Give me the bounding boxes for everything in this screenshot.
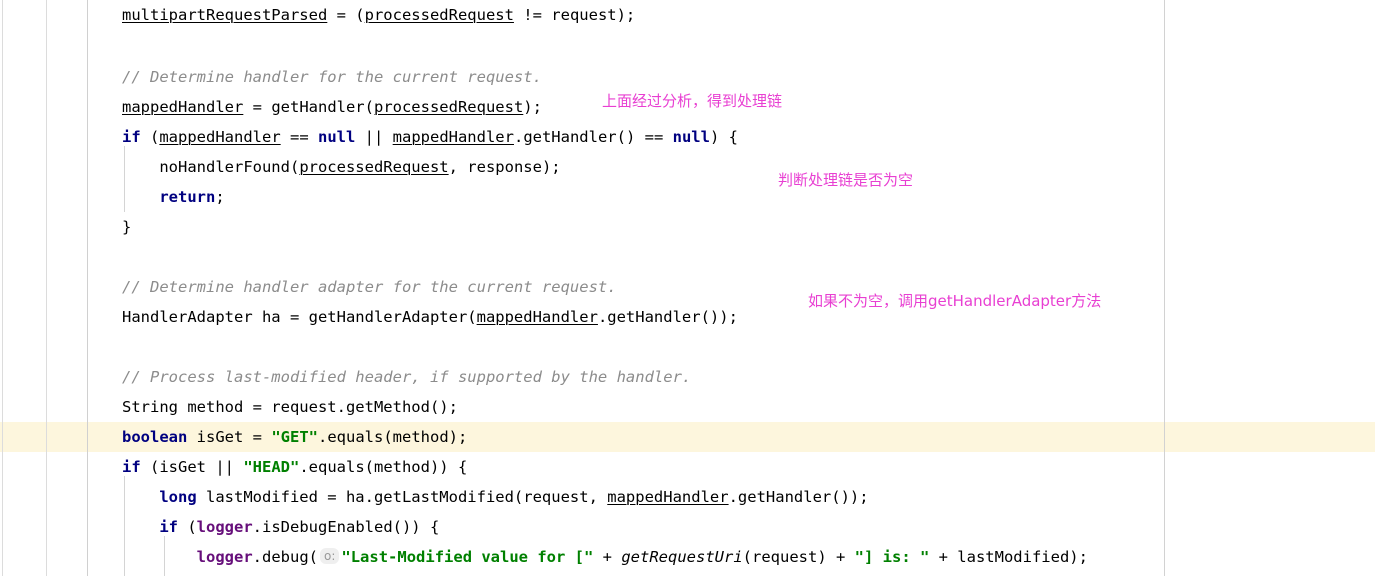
token-comment: // Process last-modified header, if supp…	[122, 368, 692, 386]
token-plain: .debug(	[252, 548, 318, 566]
token-keyword: null	[672, 128, 710, 146]
token-plain: .equals(method);	[318, 428, 468, 446]
token-comment: // Determine handler for the current req…	[122, 68, 542, 86]
token-plain: + lastModified);	[929, 548, 1088, 566]
code-line[interactable]: HandlerAdapter ha = getHandlerAdapter(ma…	[122, 302, 738, 332]
token-string: "Last-Modified value for ["	[341, 548, 594, 566]
right-margin-guide	[1164, 0, 1165, 576]
token-plain: (request) +	[742, 548, 855, 566]
token-field: processedRequest	[373, 98, 524, 116]
token-plain: = getHandler(	[243, 98, 374, 116]
token-plain: String method = request.getMethod();	[122, 398, 458, 416]
token-plain: isGet =	[187, 428, 272, 446]
token-keyword: if	[159, 518, 178, 536]
code-line[interactable]: logger.debug(o: "Last-Modified value for …	[122, 542, 1088, 572]
token-comment: // Determine handler adapter for the cur…	[122, 278, 617, 296]
code-editor[interactable]: multipartRequestParsed = (processedReque…	[0, 0, 1375, 576]
token-keyword: return	[159, 188, 216, 206]
token-plain: ||	[355, 128, 393, 146]
code-line[interactable]: if (mappedHandler == null || mappedHandl…	[122, 122, 738, 152]
token-string: "HEAD"	[243, 458, 300, 476]
gutter-divider-inner	[87, 0, 88, 576]
token-plain: (	[178, 518, 197, 536]
annotation-adapter-method: 如果不为空，调用getHandlerAdapter方法	[808, 292, 1102, 310]
token-field: mappedHandler	[159, 128, 281, 146]
code-line-comment[interactable]: // Process last-modified header, if supp…	[122, 362, 691, 392]
token-plain: HandlerAdapter ha = getHandlerAdapter(	[122, 308, 477, 326]
annotation-null-check: 判断处理链是否为空	[778, 171, 914, 189]
token-method-italic: getRequestUri	[621, 548, 743, 566]
token-plain: = (	[327, 6, 365, 24]
token-plain: (isGet ||	[140, 458, 244, 476]
gutter-divider-outer	[2, 0, 3, 576]
token-static-field: logger	[196, 548, 253, 566]
token-plain: .isDebugEnabled()) {	[252, 518, 440, 536]
token-field: mappedHandler	[476, 308, 598, 326]
code-line[interactable]: noHandlerFound(processedRequest, respons…	[122, 152, 561, 182]
token-field: mappedHandler	[122, 98, 244, 116]
code-line[interactable]: String method = request.getMethod();	[122, 392, 458, 422]
token-keyword: boolean	[122, 428, 188, 446]
token-plain: lastModified = ha.getLastModified(reques…	[196, 488, 608, 506]
annotation-handler-chain: 上面经过分析，得到处理链	[602, 92, 783, 110]
token-keyword: if	[122, 458, 141, 476]
code-line[interactable]: if (logger.isDebugEnabled()) {	[122, 512, 439, 542]
token-plain: ) {	[709, 128, 738, 146]
token-field: mappedHandler	[392, 128, 514, 146]
token-keyword: long	[159, 488, 197, 506]
gutter-divider-middle	[46, 0, 47, 576]
code-line-comment[interactable]: // Determine handler for the current req…	[122, 62, 542, 92]
code-line[interactable]: }	[122, 212, 131, 242]
parameter-hint-badge[interactable]: o:	[319, 548, 340, 564]
token-plain: , response);	[448, 158, 561, 176]
code-line[interactable]: multipartRequestParsed = (processedReque…	[122, 0, 635, 30]
token-plain: != request);	[513, 6, 636, 24]
code-line[interactable]: if (isGet || "HEAD".equals(method)) {	[122, 452, 467, 482]
token-plain: noHandlerFound(	[159, 158, 300, 176]
token-string: "] is: "	[854, 548, 930, 566]
token-field: processedRequest	[299, 158, 449, 176]
code-line[interactable]: long lastModified = ha.getLastModified(r…	[122, 482, 869, 512]
token-plain: .getHandler());	[728, 488, 869, 506]
token-keyword: null	[318, 128, 356, 146]
code-line-comment[interactable]: // Determine handler adapter for the cur…	[122, 272, 617, 302]
token-string: "GET"	[271, 428, 318, 446]
token-plain: ;	[215, 188, 225, 206]
token-field: processedRequest	[364, 6, 514, 24]
code-line-current[interactable]: boolean isGet = "GET".equals(method);	[122, 422, 467, 452]
token-field: mappedHandler	[607, 488, 729, 506]
token-field: multipartRequestParsed	[122, 6, 328, 24]
token-plain: .equals(method)) {	[299, 458, 468, 476]
token-plain: .getHandler() ==	[513, 128, 673, 146]
token-plain: (	[140, 128, 160, 146]
code-line[interactable]: return;	[122, 182, 225, 212]
code-line[interactable]: mappedHandler = getHandler(processedRequ…	[122, 92, 542, 122]
token-plain: +	[593, 548, 622, 566]
token-plain: );	[523, 98, 542, 116]
token-plain: ==	[280, 128, 318, 146]
token-plain: }	[122, 218, 132, 236]
token-keyword: if	[122, 128, 141, 146]
token-plain: .getHandler());	[597, 308, 738, 326]
token-static-field: logger	[196, 518, 253, 536]
